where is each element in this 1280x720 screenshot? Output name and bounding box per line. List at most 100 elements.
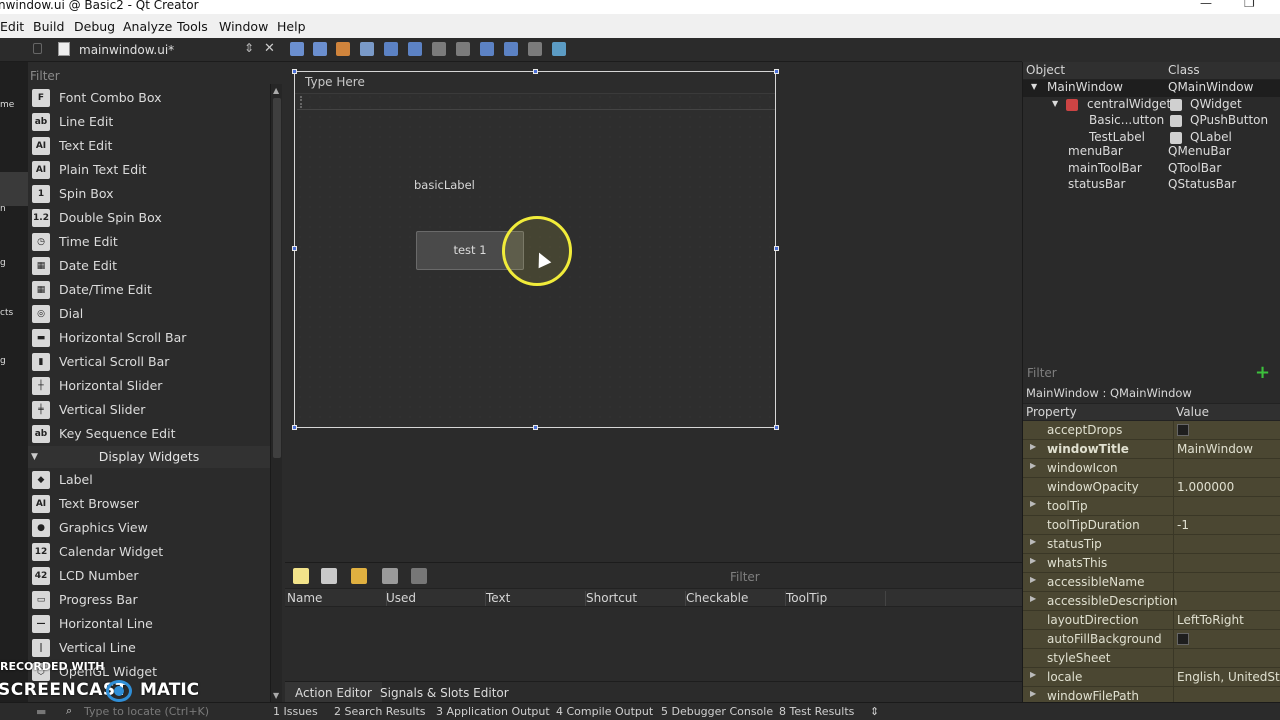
mode-label-fragment[interactable]: g (0, 258, 6, 268)
mode-label-fragment[interactable]: me (0, 100, 14, 110)
expand-triangle-icon[interactable]: ▼ (1052, 99, 1058, 108)
property-row-accessibleName[interactable]: ▶ accessibleName (1023, 573, 1280, 592)
menu-debug[interactable]: Debug (74, 19, 115, 34)
expand-triangle-icon[interactable]: ▶ (1030, 689, 1036, 698)
widget-item[interactable]: ▭ Progress Bar (28, 588, 270, 612)
resize-handle[interactable] (292, 246, 297, 251)
menu-build[interactable]: Build (33, 19, 64, 34)
column-property[interactable]: Property (1026, 405, 1077, 419)
expand-triangle-icon[interactable]: ▶ (1030, 670, 1036, 679)
resize-handle[interactable] (292, 69, 297, 74)
edit-signals-slots-icon[interactable] (313, 42, 327, 56)
property-value[interactable]: MainWindow (1177, 442, 1253, 456)
object-tree-row[interactable]: Basic...utton QPushButton (1023, 113, 1280, 130)
object-tree-row[interactable]: statusBar QStatusBar (1023, 177, 1280, 194)
form-canvas[interactable]: Type Here basicLabel test 1 (285, 62, 1022, 562)
property-row-toolTip[interactable]: ▶ toolTip (1023, 497, 1280, 516)
collapse-triangle-icon[interactable]: ▼ (31, 446, 38, 468)
property-value[interactable]: -1 (1177, 518, 1189, 532)
widget-item[interactable]: ▮ Vertical Scroll Bar (28, 350, 270, 374)
expand-triangle-icon[interactable]: ▶ (1030, 442, 1036, 451)
widget-item[interactable]: — Horizontal Line (28, 612, 270, 636)
column-object[interactable]: Object (1026, 63, 1065, 77)
widget-item[interactable]: 1.2 Double Spin Box (28, 206, 270, 230)
widget-item[interactable]: ▬ Horizontal Scroll Bar (28, 326, 270, 350)
column-tooltip[interactable]: ToolTip (786, 591, 886, 606)
output-pane-button[interactable]: 1 Issues (273, 705, 318, 718)
property-value[interactable]: LeftToRight (1177, 613, 1244, 627)
column-value[interactable]: Value (1176, 405, 1209, 419)
widget-item[interactable]: ● Graphics View (28, 516, 270, 540)
delete-action-icon[interactable] (382, 568, 398, 584)
widget-item[interactable]: ▦ Date/Time Edit (28, 278, 270, 302)
edit-widgets-icon[interactable] (290, 42, 304, 56)
maximize-button[interactable]: ❐ (1244, 0, 1255, 9)
widget-item[interactable]: AI Text Edit (28, 134, 270, 158)
resize-handle[interactable] (292, 425, 297, 430)
expand-triangle-icon[interactable]: ▶ (1030, 575, 1036, 584)
column-shortcut[interactable]: Shortcut (586, 591, 686, 606)
locator-input[interactable]: Type to locate (Ctrl+K) (62, 704, 262, 720)
edit-buddies-icon[interactable] (336, 42, 350, 56)
layout-horizontal-icon[interactable] (384, 42, 398, 56)
mode-label-fragment[interactable]: n (0, 204, 6, 214)
edit-tab-order-icon[interactable] (360, 42, 374, 56)
new-action-icon[interactable] (293, 568, 309, 584)
layout-form-icon[interactable] (480, 42, 494, 56)
property-row-styleSheet[interactable]: styleSheet (1023, 649, 1280, 668)
widget-item[interactable]: AI Text Browser (28, 492, 270, 516)
resize-handle[interactable] (774, 69, 779, 74)
menu-tools[interactable]: Tools (177, 19, 208, 34)
resize-handle[interactable] (533, 69, 538, 74)
property-checkbox[interactable] (1177, 633, 1189, 645)
property-row-locale[interactable]: ▶ locale English, UnitedStates (1023, 668, 1280, 687)
adjust-size-icon[interactable] (552, 42, 566, 56)
object-tree-row[interactable]: ▼ MainWindow QMainWindow (1023, 80, 1280, 97)
property-row-layoutDirection[interactable]: layoutDirection LeftToRight (1023, 611, 1280, 630)
copy-action-icon[interactable] (321, 568, 337, 584)
column-name[interactable]: Name (287, 591, 387, 606)
menu-window[interactable]: Window (219, 19, 268, 34)
property-filter-input[interactable]: Filter (1027, 366, 1057, 380)
object-tree-row[interactable]: ▼ centralWidget QWidget (1023, 97, 1280, 114)
type-here-menu[interactable]: Type Here (305, 75, 365, 89)
add-dynamic-property-icon[interactable]: + (1255, 362, 1270, 383)
widget-item[interactable]: | Vertical Line (28, 636, 270, 660)
mode-design-selected[interactable] (0, 172, 28, 206)
menu-analyze[interactable]: Analyze (123, 19, 172, 34)
widget-item[interactable]: ab Line Edit (28, 110, 270, 134)
tab-signals-slots-editor[interactable]: Signals & Slots Editor (380, 686, 509, 700)
property-checkbox[interactable] (1177, 424, 1189, 436)
minimize-button[interactable]: — (1200, 0, 1212, 9)
form-tool-bar[interactable] (297, 94, 775, 110)
expand-triangle-icon[interactable]: ▶ (1030, 594, 1036, 603)
widget-item[interactable]: ◷ Time Edit (28, 230, 270, 254)
switch-document-icon[interactable]: ⇕ (244, 41, 254, 55)
property-row-windowIcon[interactable]: ▶ windowIcon (1023, 459, 1280, 478)
resize-handle[interactable] (774, 425, 779, 430)
expand-triangle-icon[interactable]: ▶ (1030, 556, 1036, 565)
output-pane-button[interactable]: 2 Search Results (334, 705, 426, 718)
widget-item[interactable]: ╪ Vertical Slider (28, 398, 270, 422)
splitter-horizontal-icon[interactable] (432, 42, 446, 56)
widget-filter-input[interactable]: Filter (28, 66, 270, 86)
property-row-windowTitle[interactable]: ▶ windowTitle MainWindow (1023, 440, 1280, 459)
column-class[interactable]: Class (1168, 63, 1200, 77)
paste-action-icon[interactable] (351, 568, 367, 584)
basic-label-widget[interactable]: basicLabel (414, 178, 475, 192)
property-row-whatsThis[interactable]: ▶ whatsThis (1023, 554, 1280, 573)
property-row-accessibleDescription[interactable]: ▶ accessibleDescription (1023, 592, 1280, 611)
output-pane-button[interactable]: 8 Test Results (779, 705, 854, 718)
widget-item[interactable]: ◎ Dial (28, 302, 270, 326)
output-pane-button[interactable]: 4 Compile Output (556, 705, 653, 718)
configure-icon[interactable] (411, 568, 427, 584)
expand-triangle-icon[interactable]: ▶ (1030, 537, 1036, 546)
object-tree-row[interactable]: mainToolBar QToolBar (1023, 161, 1280, 178)
scroll-down-icon[interactable]: ▼ (273, 691, 279, 700)
widget-box-scrollbar[interactable]: ▲ ▼ (270, 84, 282, 702)
expand-triangle-icon[interactable]: ▶ (1030, 499, 1036, 508)
widget-item[interactable]: F Font Combo Box (28, 86, 270, 110)
layout-vertical-icon[interactable] (408, 42, 422, 56)
column-checkable[interactable]: Checkable (686, 591, 786, 606)
object-tree-row[interactable]: menuBar QMenuBar (1023, 144, 1280, 161)
